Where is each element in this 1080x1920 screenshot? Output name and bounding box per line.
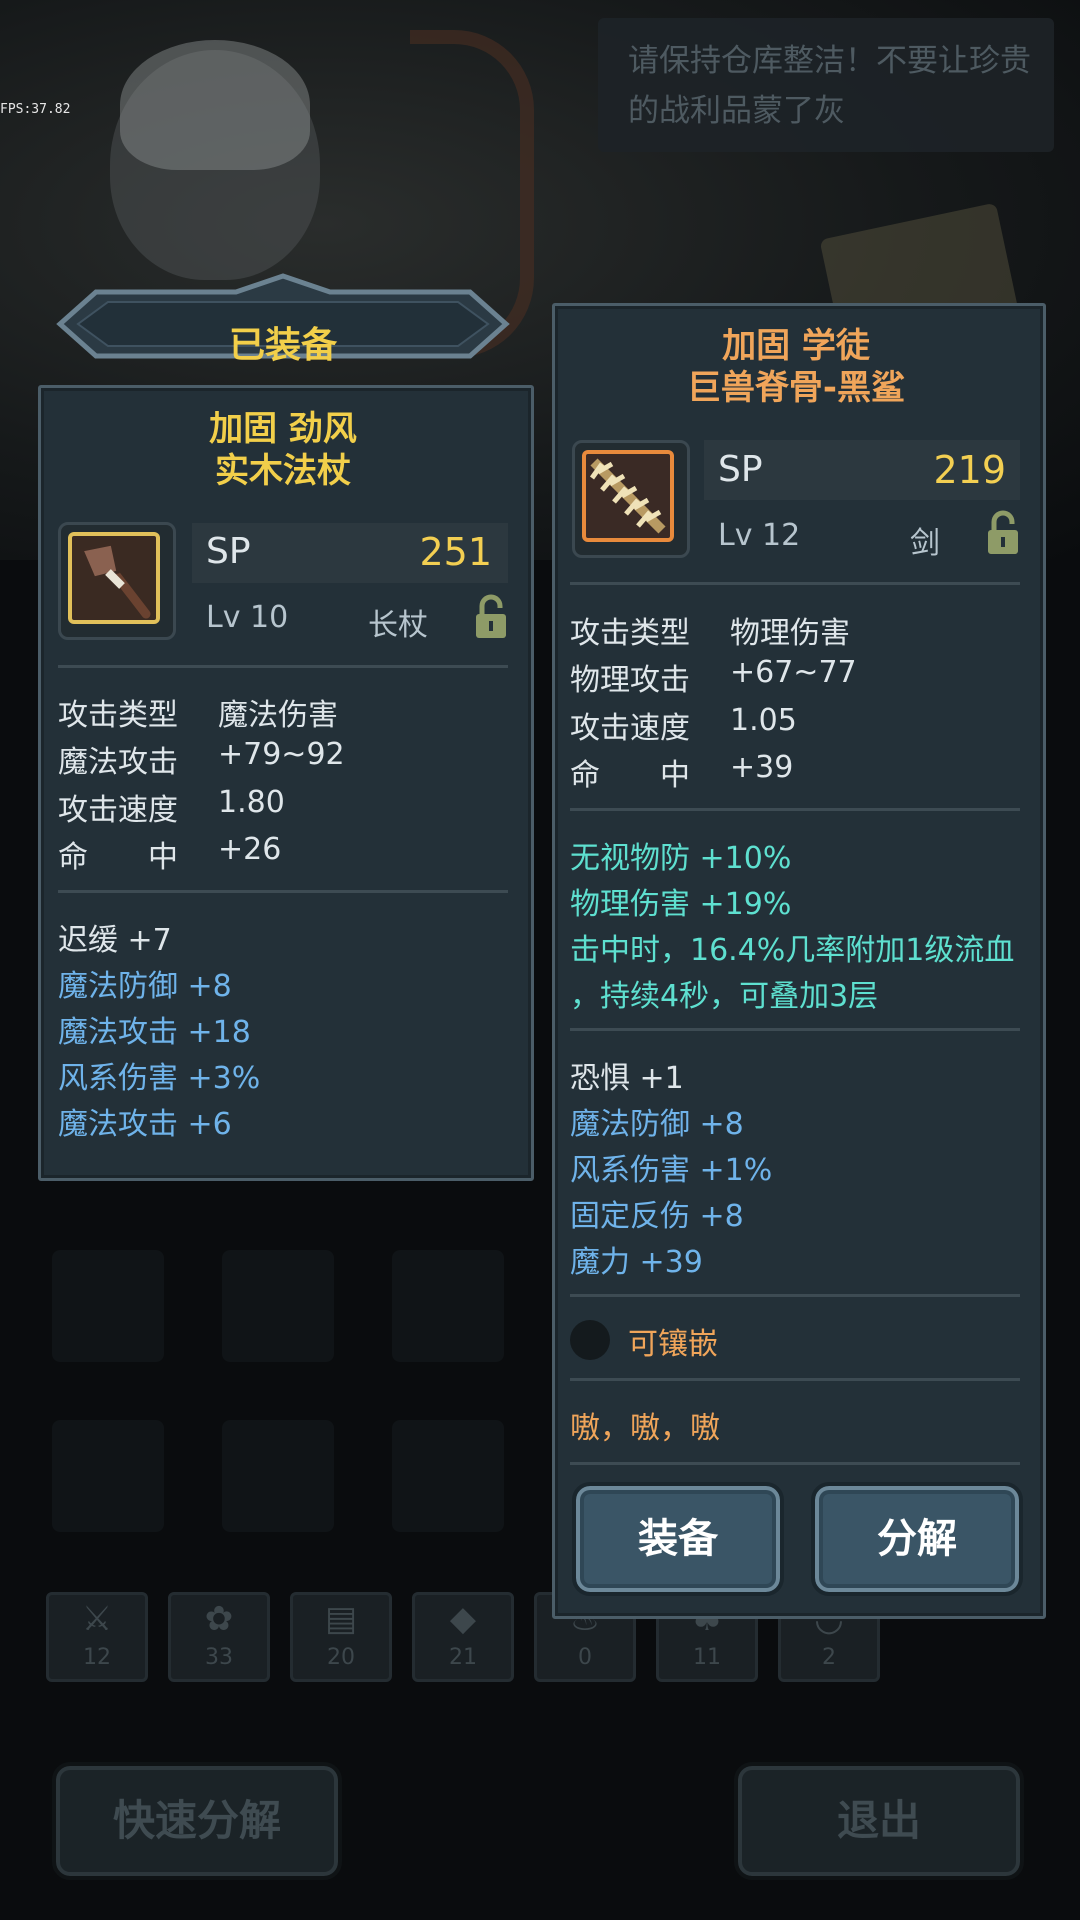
divider (570, 582, 1020, 585)
exit-button[interactable]: 退出 (734, 1762, 1024, 1880)
equip-button[interactable]: 装备 (572, 1482, 784, 1596)
unlock-icon[interactable] (986, 510, 1020, 556)
sp-label: SP (718, 449, 763, 490)
item-level: Lv 10 (206, 600, 289, 635)
stat-label: 命 中 (58, 840, 178, 875)
divider (570, 1462, 1020, 1465)
weapon-type: 剑 (910, 526, 940, 561)
bonus-stat: 风系伤害 +1% (570, 1153, 773, 1188)
tab-gem[interactable]: ◆ 21 (412, 1592, 514, 1682)
book-icon: ▤ (324, 1599, 358, 1639)
item-name-line: 加固 劲风 (209, 409, 357, 449)
divider (58, 890, 508, 893)
stat-value: 1.05 (730, 703, 797, 738)
socket-slot-icon (570, 1320, 610, 1360)
stat-value: 魔法伤害 (218, 698, 338, 733)
spine-sword-icon (582, 450, 674, 542)
inventory-slot[interactable] (52, 1250, 164, 1362)
stat-label: 魔法攻击 (58, 745, 178, 780)
special-stat: 无视物防 +10% (570, 841, 792, 876)
bonus-stat: 魔法攻击 +6 (58, 1107, 232, 1142)
equipped-item-name: 加固 劲风 实木法杖 (38, 408, 528, 492)
tab-count: 0 (578, 1645, 592, 1670)
staff-icon (68, 532, 160, 624)
stat-label: 命 中 (570, 758, 690, 793)
item-name-line: 加固 学徒 (722, 326, 870, 366)
stat-label: 攻击类型 (570, 616, 690, 651)
sp-value: 251 (419, 530, 492, 574)
dismantle-button[interactable]: 分解 (811, 1482, 1023, 1596)
stat-value: +39 (730, 750, 794, 785)
stat-label: 攻击速度 (570, 711, 690, 746)
item-level: Lv 12 (718, 518, 801, 553)
bonus-stat: 魔法攻击 +18 (58, 1015, 251, 1050)
sp-label: SP (206, 531, 251, 572)
equipped-item-icon-frame[interactable] (58, 522, 176, 640)
bonus-stat: 恐惧 +1 (570, 1061, 684, 1096)
socket-label: 可镶嵌 (628, 1327, 718, 1362)
tab-count: 12 (83, 1645, 111, 1670)
bonus-stat: 魔法防御 +8 (58, 969, 232, 1004)
paw-icon: ✿ (204, 1599, 234, 1639)
inventory-slot[interactable] (392, 1420, 504, 1532)
tab-count: 11 (693, 1645, 721, 1670)
tab-count: 2 (822, 1645, 836, 1670)
item-name-line: 巨兽脊骨-黑鲨 (686, 368, 906, 408)
stat-value: +67~77 (730, 655, 857, 690)
inventory-slot[interactable] (222, 1420, 334, 1532)
bonus-stat: 固定反伤 +8 (570, 1199, 744, 1234)
stat-label: 攻击速度 (58, 793, 178, 828)
item-name-line: 实木法杖 (215, 451, 351, 491)
fps-counter: FPS:37.82 (0, 102, 71, 117)
unlock-icon[interactable] (474, 594, 508, 640)
tab-weapon[interactable]: ⚔ 12 (46, 1592, 148, 1682)
weapon-type: 长杖 (368, 608, 428, 643)
weapon-icon: ⚔ (81, 1599, 113, 1639)
candidate-item-name: 加固 学徒 巨兽脊骨-黑鲨 (552, 325, 1040, 409)
equipped-title: 已装备 (228, 325, 337, 366)
bonus-stat: 迟缓 +7 (58, 923, 172, 958)
bonus-stat: 魔力 +39 (570, 1245, 703, 1280)
special-stat: ，持续4秒，可叠加3层 (570, 979, 879, 1014)
candidate-item-icon-frame[interactable] (572, 440, 690, 558)
gem-icon: ◆ (449, 1599, 477, 1639)
inventory-slot[interactable] (392, 1250, 504, 1362)
special-stat: 击中时，16.4%几率附加1级流血 (570, 933, 1015, 968)
divider (570, 1378, 1020, 1381)
speech-text: 请保持仓库整洁！不要让珍贵的战利品蒙了灰 (628, 43, 1031, 129)
quick-dismantle-button[interactable]: 快速分解 (52, 1762, 342, 1880)
divider (570, 1294, 1020, 1297)
stat-value: 1.80 (218, 785, 285, 820)
flavor-text: 嗷，嗷，嗷 (570, 1411, 720, 1446)
divider (58, 665, 508, 668)
divider (570, 1028, 1020, 1031)
tab-count: 21 (449, 1645, 477, 1670)
inventory-slot[interactable] (52, 1420, 164, 1532)
sp-value: 219 (933, 448, 1006, 492)
divider (570, 808, 1020, 811)
tab-paw[interactable]: ✿ 33 (168, 1592, 270, 1682)
tab-count: 20 (327, 1645, 355, 1670)
stat-value: 物理伤害 (730, 616, 850, 651)
stat-value: +26 (218, 832, 282, 867)
inventory-slot[interactable] (222, 1250, 334, 1362)
character-hair (120, 40, 310, 170)
stat-label: 物理攻击 (570, 663, 690, 698)
tab-book[interactable]: ▤ 20 (290, 1592, 392, 1682)
stat-value: +79~92 (218, 737, 345, 772)
tab-count: 33 (205, 1645, 233, 1670)
bonus-stat: 风系伤害 +3% (58, 1061, 261, 1096)
stat-label: 攻击类型 (58, 698, 178, 733)
special-stat: 物理伤害 +19% (570, 887, 792, 922)
bonus-stat: 魔法防御 +8 (570, 1107, 744, 1142)
